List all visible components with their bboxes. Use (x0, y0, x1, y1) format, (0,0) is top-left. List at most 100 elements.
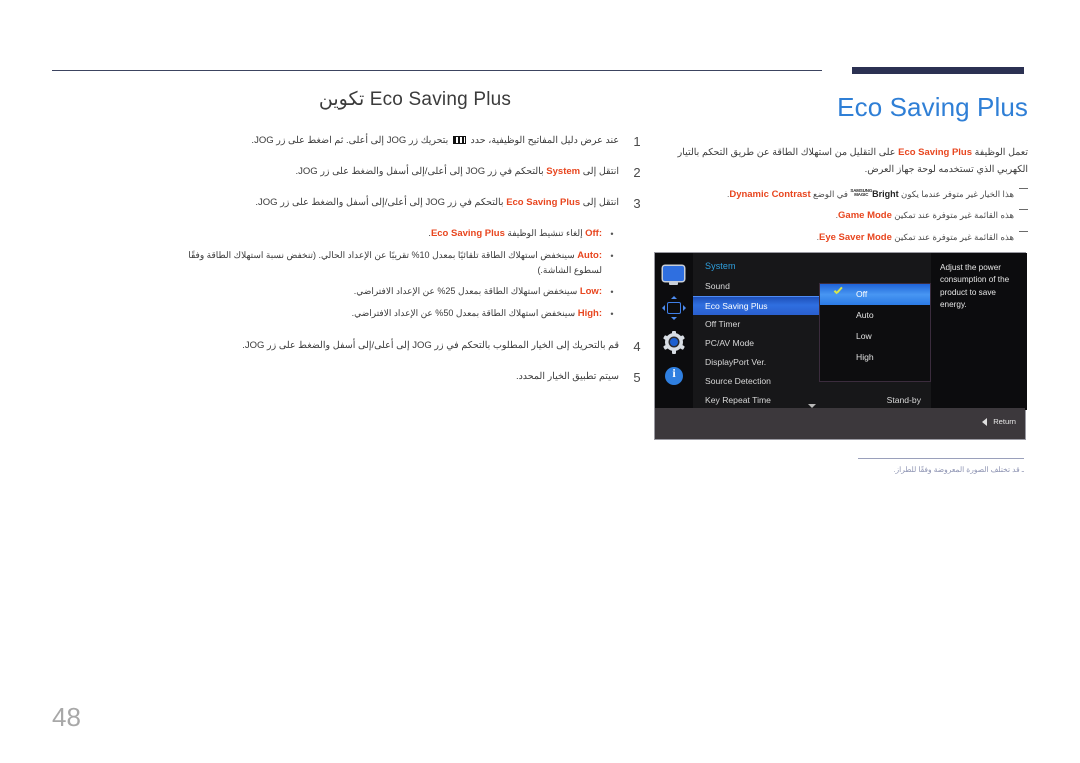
jog-guide-icon (452, 136, 466, 144)
step-text: انتقل إلى System بالتحكم في زر JOG إلى أ… (185, 164, 619, 179)
step2-pre: انتقل إلى (582, 166, 619, 177)
osd-menu-item-label: Key Repeat Time (705, 395, 771, 405)
note-1-mid: في الوضع (813, 189, 849, 200)
procedure-title-latin: Eco Saving Plus (369, 89, 512, 110)
osd-submenu-option-low[interactable]: Low (820, 326, 930, 347)
note-3-pre: هذه القائمة غير متوفرة عند تمكين (894, 231, 1014, 242)
step-number: 5 (633, 369, 641, 385)
magicbright-label: SAMSUNG MAGIC Bright (850, 187, 898, 202)
osd-menu-item-label: DisplayPort Ver. (705, 357, 767, 367)
option-bullet-list: Off: إلغاء تنشيط الوظيفة Eco Saving Plus… (185, 226, 615, 322)
procedure-step: 1 عند عرض دليل المفاتيح الوظيفية، حدد بت… (185, 133, 645, 150)
step-number: 2 (633, 165, 641, 180)
bullet-marker-icon (609, 253, 615, 259)
step1-post-b: إلى أعلى. ثم اضغط على زر (276, 135, 385, 146)
bullet-marker-icon (609, 231, 615, 237)
osd-help-panel: Adjust the power consumption of the prod… (931, 253, 1027, 410)
step1-pre: عند عرض دليل المفاتيح الوظيفية، حدد (470, 135, 619, 146)
option-keyword-low: Low (579, 286, 599, 298)
procedure-step: 5 سيتم تطبيق الخيار المحدد. (185, 369, 645, 386)
monitor-icon[interactable] (663, 263, 685, 285)
step-text: سيتم تطبيق الخيار المحدد. (515, 370, 619, 382)
step4-pre: قم بالتحريك إلى الخيار المطلوب بالتحكم ف… (434, 339, 619, 351)
step4-post-b: إلى أعلى/إلى أسفل والضغط على زر (267, 339, 410, 351)
osd-submenu-option-label: High (856, 352, 874, 362)
step4-jog-1: JOG (412, 339, 432, 351)
option-bullet: Auto: سينخفض استهلاك الطاقة تلقائيًا بمع… (185, 248, 615, 279)
option-keyword-eco-saving-plus: Eco Saving Plus (430, 228, 505, 239)
osd-submenu-option-label: Auto (856, 310, 874, 320)
procedure-step: 4 قم بالتحريك إلى الخيار المطلوب بالتحكم… (185, 338, 645, 355)
option-text-auto: سينخفض استهلاك الطاقة تلقائيًا بمعدل 10%… (188, 249, 602, 276)
page-title: Eco Saving Plus (837, 92, 1028, 122)
option-bullet: Low: سينخفض استهلاك الطاقة بمعدل 25% عن … (185, 284, 615, 300)
option-sep-2: : (598, 286, 602, 298)
option-keyword-off: Off (585, 228, 599, 239)
bullet-marker-icon (609, 289, 615, 295)
step-text: انتقل إلى Eco Saving Plus بالتحكم في زر … (185, 195, 619, 210)
osd-return-button[interactable]: Return (982, 417, 1016, 426)
osd-menu-item-label: Sound (705, 281, 730, 291)
note-1-keyword-dynamic-contrast: Dynamic Contrast (729, 189, 811, 201)
step3-keyword-eco-saving-plus: Eco Saving Plus (506, 197, 581, 208)
procedure-step: 3 انتقل إلى Eco Saving Plus بالتحكم في ز… (185, 195, 645, 212)
note-2-keyword-game-mode: Game Mode (838, 210, 892, 222)
option-keyword-auto: Auto (577, 249, 599, 261)
note-2-pre: هذه القائمة غير متوفرة عند تمكين (894, 210, 1014, 221)
magicbright-word: Bright (872, 189, 899, 200)
manual-page: Eco Saving Plus تكوين 1 عند عرض دليل الم… (0, 0, 1080, 763)
step3-jog-2: JOG (258, 197, 278, 208)
osd-menu-item-label: Source Detection (705, 376, 771, 386)
step1-jog-1: JOG (386, 135, 407, 146)
option-sep-1: : (598, 249, 602, 261)
header-rule-thick (852, 67, 1024, 74)
step2-jog-1: JOG (465, 166, 486, 177)
note-dash-icon (1019, 230, 1028, 232)
check-icon (834, 288, 843, 297)
overview-part-a: تعمل الوظيفة (974, 147, 1028, 158)
info-icon[interactable] (663, 365, 685, 387)
note-1-pre: هذا الخيار غير متوفر عندما يكون (901, 189, 1014, 200)
option-bullet-text: Off: إلغاء تنشيط الوظيفة Eco Saving Plus… (185, 226, 602, 242)
note-item: هذه القائمة غير متوفرة عند تمكين Game Mo… (648, 208, 1028, 224)
step2-jog-2: JOG (298, 166, 318, 177)
osd-menu-item-label: Eco Saving Plus (705, 301, 768, 311)
bullet-marker-icon (609, 311, 615, 317)
option-text-off-pre: إلغاء تنشيط الوظيفة (507, 228, 583, 238)
osd-submenu-option-auto[interactable]: Auto (820, 305, 930, 326)
procedure-title: Eco Saving Plus تكوين (185, 88, 645, 111)
osd-submenu-option-label: Off (856, 289, 868, 299)
note-dash-icon (1019, 188, 1028, 190)
procedure-column: Eco Saving Plus تكوين 1 عند عرض دليل الم… (185, 88, 645, 400)
option-bullet-text: Auto: سينخفض استهلاك الطاقة تلقائيًا بمع… (185, 248, 602, 279)
osd-submenu-option-off[interactable]: Off (820, 284, 930, 305)
overview-keyword-eco-saving-plus: Eco Saving Plus (898, 147, 973, 158)
gear-icon[interactable] (663, 330, 685, 354)
step1-jog-2: JOG (254, 135, 274, 146)
option-sep-0: : (598, 228, 602, 239)
magicbright-small: SAMSUNG MAGIC (850, 188, 872, 198)
overview-column: Eco Saving Plus تعمل الوظيفة Eco Saving … (648, 92, 1028, 251)
magicbright-magic: MAGIC (854, 192, 869, 198)
osd-submenu-panel: Off Auto Low High (819, 283, 931, 382)
figure-note: ـ قد تختلف الصورة المعروضة وفقًا للطراز. (893, 465, 1024, 474)
osd-menu-title: System (705, 261, 736, 271)
position-arrows-icon[interactable] (662, 296, 686, 320)
procedure-title-prefix: تكوين (318, 89, 365, 110)
osd-bottom-bar: Return (655, 408, 1025, 439)
step3-jog-1: JOG (425, 197, 445, 208)
procedure-step: 2 انتقل إلى System بالتحكم في زر JOG إلى… (185, 164, 645, 181)
return-arrow-icon (982, 417, 988, 426)
note-item: هذا الخيار غير متوفر عندما يكون SAMSUNG M… (648, 187, 1028, 203)
osd-return-label: Return (993, 417, 1016, 426)
osd-submenu-option-high[interactable]: High (820, 347, 930, 368)
header-rule-thin (52, 70, 822, 71)
option-bullet-text: High: سينخفض استهلاك الطاقة بمعدل 50% عن… (185, 306, 602, 322)
step3-post-a: بالتحكم في زر (447, 197, 504, 208)
step3-pre: انتقل إلى (582, 197, 619, 208)
step3-post-b: إلى أعلى/إلى أسفل والضغط على زر (280, 197, 423, 208)
step2-post-b: إلى أعلى/إلى أسفل والضغط على زر (320, 166, 463, 177)
osd-sidebar (655, 253, 693, 410)
step-number: 3 (633, 196, 641, 211)
step-number: 4 (633, 338, 641, 354)
